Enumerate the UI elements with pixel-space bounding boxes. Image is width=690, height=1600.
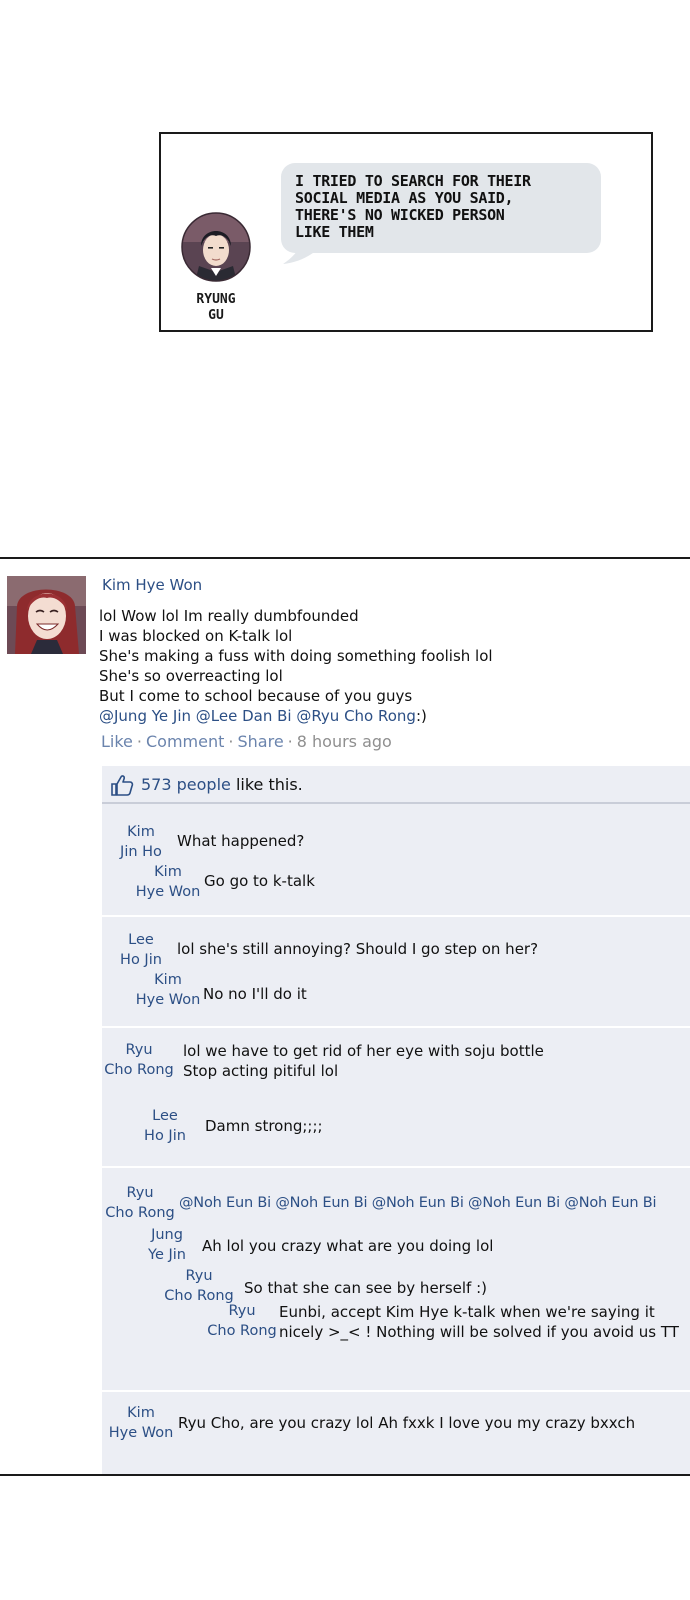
comment-author[interactable]: Ryu Cho Rong xyxy=(205,1301,279,1341)
author-line: Kim xyxy=(154,864,182,880)
comment-text: So that she can see by herself :) xyxy=(244,1279,488,1297)
author-line: Cho Rong xyxy=(207,1323,277,1339)
comment-author[interactable]: Kim Hye Won xyxy=(132,862,204,902)
comment-author[interactable]: Lee Ho Jin xyxy=(138,1106,192,1146)
speech-line: SOCIAL MEDIA AS YOU SAID, xyxy=(295,189,514,207)
comment-text: No no I'll do it xyxy=(203,985,307,1003)
comment-text: Ryu Cho, are you crazy lol Ah fxxk I lov… xyxy=(178,1414,636,1432)
author-line: Ryu xyxy=(228,1303,256,1319)
post-line: But I come to school because of you guys xyxy=(99,687,413,705)
comment-author[interactable]: Jung Ye Jin xyxy=(142,1225,192,1265)
author-line: Cho Rong xyxy=(104,1062,174,1078)
post-actions: Like · Comment · Share · 8 hours ago xyxy=(101,732,392,751)
speech-line: THERE'S NO WICKED PERSON xyxy=(295,206,505,224)
author-line: Hye Won xyxy=(108,1425,174,1441)
likes-summary: 573 people like this. xyxy=(102,766,690,804)
speech-line: I TRIED TO SEARCH FOR THEIR xyxy=(295,172,531,190)
comment-mentions[interactable]: @Noh Eun Bi @Noh Eun Bi @Noh Eun Bi @Noh… xyxy=(179,1193,657,1213)
author-line: Ho Jin xyxy=(144,1128,186,1144)
post-author[interactable]: Kim Hye Won xyxy=(102,576,202,594)
comment-author[interactable]: Kim Hye Won xyxy=(132,970,204,1010)
speaker-name: RYUNG GU xyxy=(179,292,253,324)
comment-text: Go go to k-talk xyxy=(204,872,315,890)
separator-dot: · xyxy=(136,732,142,751)
speech-line: LIKE THEM xyxy=(295,223,374,241)
speaker-avatar xyxy=(181,212,251,282)
share-link[interactable]: Share xyxy=(237,732,283,751)
post-body: lol Wow lol Im really dumbfounded I was … xyxy=(99,606,679,726)
poster-avatar[interactable] xyxy=(7,576,86,654)
author-line: Ryu xyxy=(125,1042,153,1058)
comment-text: lol she's still annoying? Should I go st… xyxy=(177,940,539,958)
post-line: She's so overreacting lol xyxy=(99,667,283,685)
comment-author[interactable]: Kim Hye Won xyxy=(106,1403,176,1443)
post-mentions: @Jung Ye Jin @Lee Dan Bi @Ryu Cho Rong:) xyxy=(99,706,679,726)
thread-divider xyxy=(102,1390,690,1392)
comment-text: Damn strong;;;; xyxy=(205,1117,323,1135)
comment-author[interactable]: Ryu Cho Rong xyxy=(102,1040,176,1080)
separator-dot: · xyxy=(287,732,293,751)
author-line: Ye Jin xyxy=(148,1247,186,1263)
author-line: Jin Ho xyxy=(120,844,162,860)
comments-section: 573 people like this. Kim Jin Ho What ha… xyxy=(102,766,690,1474)
mention-links[interactable]: @Jung Ye Jin @Lee Dan Bi @Ryu Cho Rong xyxy=(99,707,416,725)
thumbs-up-icon xyxy=(111,775,134,796)
post-line: I was blocked on K-talk lol xyxy=(99,627,293,645)
dialog-panel: I TRIED TO SEARCH FOR THEIR SOCIAL MEDIA… xyxy=(159,132,653,332)
author-line: Kim xyxy=(127,824,155,840)
likes-count[interactable]: 573 people xyxy=(141,775,231,794)
speaker-name-line: GU xyxy=(208,308,224,323)
author-line: Kim xyxy=(127,1405,155,1421)
comment-text: Eunbi, accept Kim Hye k-talk when we're … xyxy=(279,1302,679,1342)
comment-author[interactable]: Ryu Cho Rong xyxy=(162,1266,236,1306)
author-line: Hye Won xyxy=(135,884,201,900)
comment-author[interactable]: Kim Jin Ho xyxy=(116,822,166,862)
author-line: Hye Won xyxy=(135,992,201,1008)
thread-divider xyxy=(102,1026,690,1028)
likes-suffix: like this. xyxy=(235,775,303,794)
thread-divider xyxy=(102,915,690,917)
comment-line: lol we have to get rid of her eye with s… xyxy=(183,1042,544,1060)
comment-line: nicely >_< ! Nothing will be solved if y… xyxy=(279,1323,679,1341)
divider xyxy=(0,1474,690,1476)
author-line: Cho Rong xyxy=(105,1205,175,1221)
comment-text: What happened? xyxy=(177,832,305,850)
comment-author[interactable]: Ryu Cho Rong xyxy=(103,1183,177,1223)
mention-suffix: :) xyxy=(415,707,427,725)
comment-author[interactable]: Lee Ho Jin xyxy=(114,930,168,970)
like-link[interactable]: Like xyxy=(101,732,133,751)
comment-text: lol we have to get rid of her eye with s… xyxy=(183,1041,544,1081)
speaker-name-line: RYUNG xyxy=(196,292,236,307)
comment-line: Eunbi, accept Kim Hye k-talk when we're … xyxy=(279,1303,655,1321)
likes-text: 573 people like this. xyxy=(141,775,303,794)
author-line: Ryu xyxy=(126,1185,154,1201)
comment-link[interactable]: Comment xyxy=(146,732,224,751)
separator-dot: · xyxy=(228,732,234,751)
post-line: lol Wow lol Im really dumbfounded xyxy=(99,607,359,625)
thread-divider xyxy=(102,1166,690,1168)
author-line: Lee xyxy=(152,1108,178,1124)
author-line: Ho Jin xyxy=(120,952,162,968)
author-line: Lee xyxy=(128,932,154,948)
speech-bubble: I TRIED TO SEARCH FOR THEIR SOCIAL MEDIA… xyxy=(281,163,601,253)
author-line: Jung xyxy=(151,1227,183,1243)
post-line: She's making a fuss with doing something… xyxy=(99,647,493,665)
author-line: Kim xyxy=(154,972,182,988)
comment-text: Ah lol you crazy what are you doing lol xyxy=(202,1237,494,1255)
comment-line: Stop acting pitiful lol xyxy=(183,1062,339,1080)
author-line: Ryu xyxy=(185,1268,213,1284)
divider xyxy=(0,557,690,559)
post-timestamp[interactable]: 8 hours ago xyxy=(297,732,392,751)
